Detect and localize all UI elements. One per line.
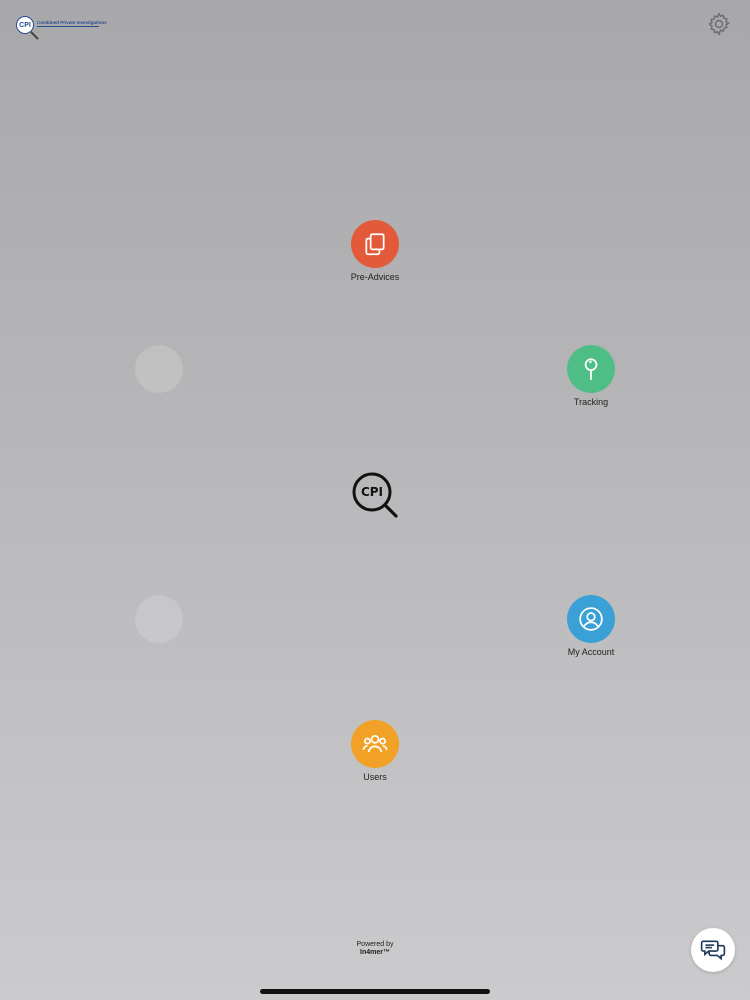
gear-icon	[708, 12, 730, 37]
map-pin-icon	[584, 358, 598, 380]
menu-item-pre-advices[interactable]: Pre-Advices	[320, 220, 430, 282]
tracking-circle	[567, 345, 615, 393]
logo-company-name: Combined Private Investigations	[37, 20, 107, 25]
my-account-circle	[567, 595, 615, 643]
my-account-label: My Account	[567, 647, 615, 657]
pre-advices-circle	[351, 220, 399, 268]
users-label: Users	[363, 772, 387, 782]
menu-item-tracking[interactable]: Tracking	[536, 345, 646, 407]
magnifier-handle	[30, 31, 39, 40]
tracking-label: Tracking	[573, 397, 609, 407]
powered-by-label: Powered by	[356, 941, 394, 948]
home-indicator[interactable]	[260, 989, 490, 994]
logo-underline	[37, 26, 99, 27]
chat-button[interactable]	[691, 928, 735, 972]
empty-menu-slot	[135, 345, 183, 393]
users-group-icon	[362, 734, 388, 753]
chat-bubbles-icon	[700, 940, 726, 961]
pre-advices-label: Pre-Advices	[350, 272, 400, 282]
center-logo-text: CPI	[361, 485, 383, 499]
users-circle	[351, 720, 399, 768]
powered-by: Powered by In4mer™	[325, 941, 425, 956]
magnifier-logo-icon: CPI	[352, 472, 398, 518]
company-logo: CPI Combined Private Investigations	[16, 13, 107, 41]
powered-by-brand: In4mer™	[360, 949, 390, 956]
menu-item-my-account[interactable]: My Account	[536, 595, 646, 657]
center-cpi-logo: CPI	[350, 470, 400, 520]
empty-menu-slot	[135, 595, 183, 643]
documents-copy-icon	[365, 233, 385, 256]
user-circle-icon	[579, 607, 603, 631]
settings-button[interactable]	[706, 11, 732, 37]
menu-item-users[interactable]: Users	[320, 720, 430, 782]
